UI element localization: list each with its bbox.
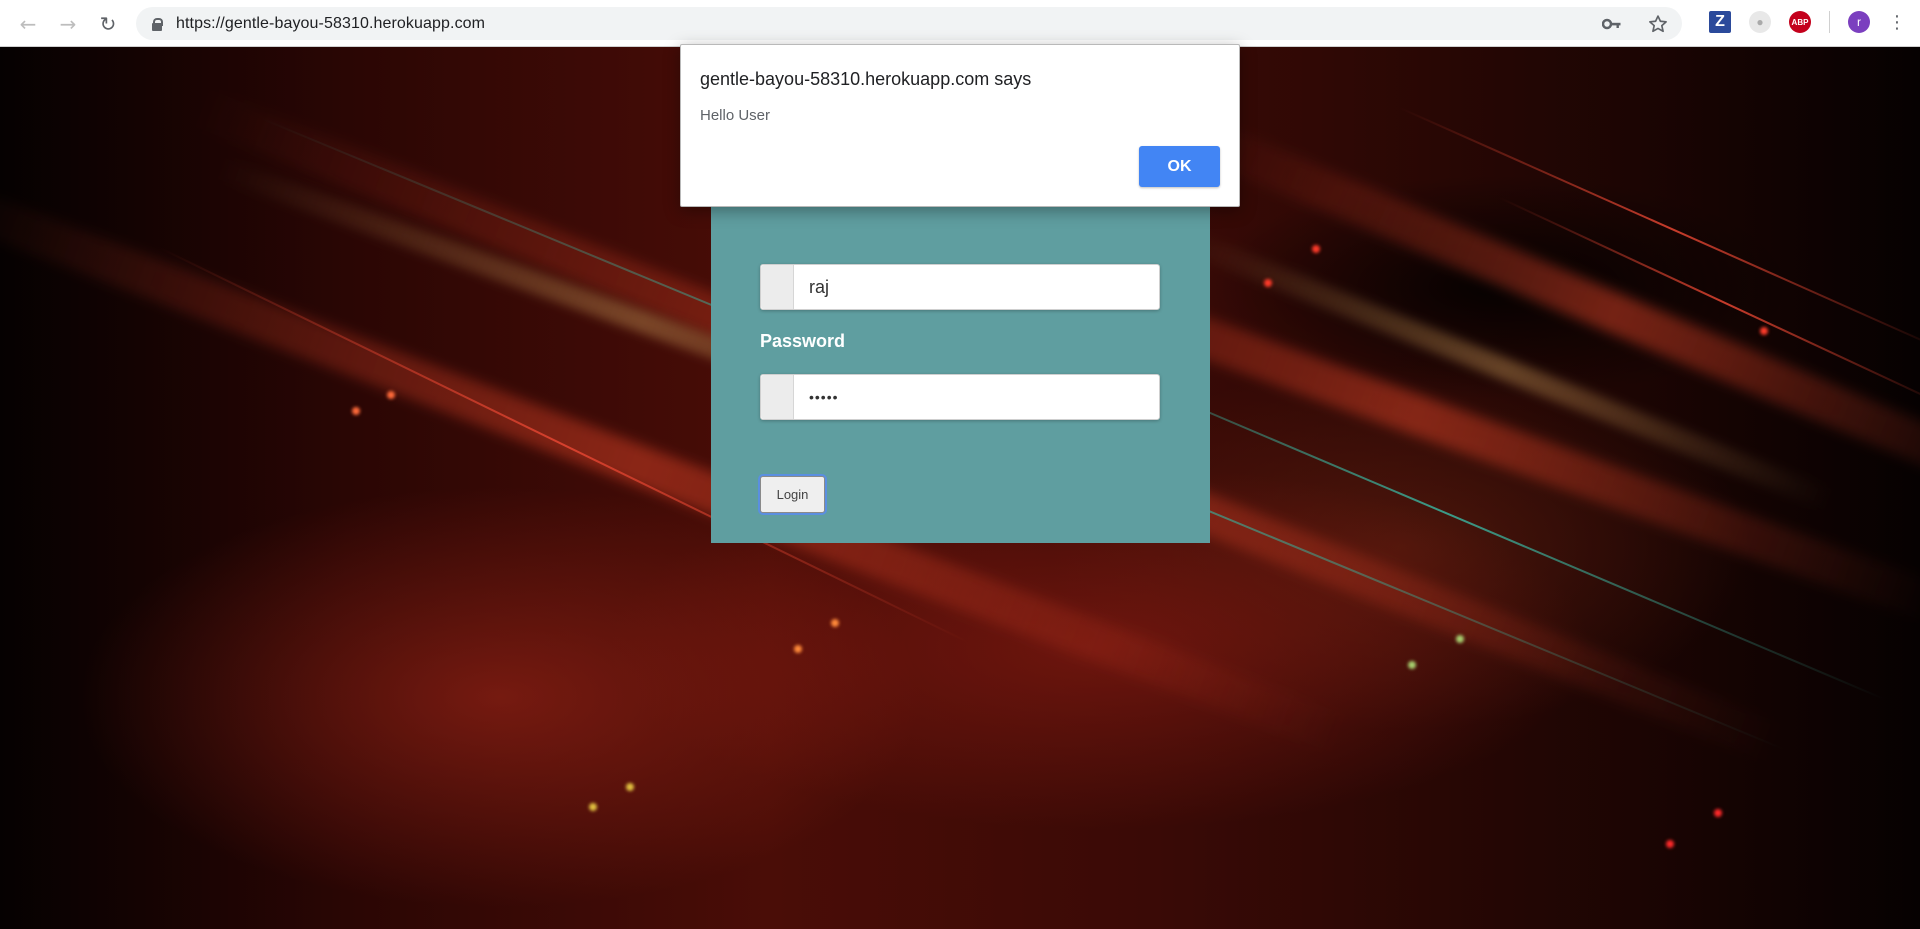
light-spark	[352, 407, 360, 415]
password-value[interactable]: •••••	[809, 389, 839, 405]
alert-message: Hello User	[700, 107, 771, 124]
light-spark	[387, 391, 395, 399]
light-spark	[831, 619, 839, 627]
browser-toolbar: ← → ↻ https://gentle-bayou-58310.herokua…	[0, 0, 1920, 47]
back-arrow-icon[interactable]: ←	[14, 10, 42, 38]
url-text[interactable]: https://gentle-bayou-58310.herokuapp.com	[176, 15, 485, 33]
password-label: Password	[760, 331, 846, 351]
light-spark	[1714, 809, 1722, 817]
lock-icon[interactable]	[152, 17, 163, 31]
light-spark	[589, 803, 597, 811]
light-spark	[1760, 327, 1768, 335]
star-icon[interactable]	[1648, 14, 1668, 34]
lock-addon	[761, 375, 794, 419]
profile-avatar[interactable]: r	[1848, 11, 1870, 33]
light-spark	[1666, 840, 1674, 848]
extensions-area: Z ● ABP r ⋮	[1709, 11, 1906, 33]
toolbar-divider	[1829, 11, 1830, 33]
ghost-extension-icon[interactable]: ●	[1749, 11, 1771, 33]
login-button[interactable]: Login	[760, 476, 825, 513]
omnibox-actions	[1602, 7, 1668, 40]
login-panel: raj Password ••••• Login	[711, 205, 1210, 543]
zotero-extension-icon[interactable]: Z	[1709, 11, 1731, 33]
light-spark	[794, 645, 802, 653]
light-spark	[1456, 635, 1464, 643]
password-field[interactable]: •••••	[760, 374, 1160, 420]
light-spark	[1408, 661, 1416, 669]
address-bar[interactable]: https://gentle-bayou-58310.herokuapp.com	[136, 7, 1682, 40]
forward-arrow-icon[interactable]: →	[54, 10, 82, 38]
light-spark	[626, 783, 634, 791]
light-spark	[1264, 279, 1272, 287]
alert-title: gentle-bayou-58310.herokuapp.com says	[700, 69, 1032, 89]
username-value[interactable]: raj	[809, 277, 829, 298]
ok-button[interactable]: OK	[1139, 146, 1220, 187]
user-addon	[761, 265, 794, 309]
username-field[interactable]: raj	[760, 264, 1160, 310]
adblock-extension-icon[interactable]: ABP	[1789, 11, 1811, 33]
reload-icon[interactable]: ↻	[94, 10, 122, 38]
alert-dialog: gentle-bayou-58310.herokuapp.com says He…	[680, 44, 1240, 207]
menu-kebab-icon[interactable]: ⋮	[1888, 12, 1906, 33]
light-spark	[1312, 245, 1320, 253]
key-icon[interactable]	[1602, 18, 1622, 30]
